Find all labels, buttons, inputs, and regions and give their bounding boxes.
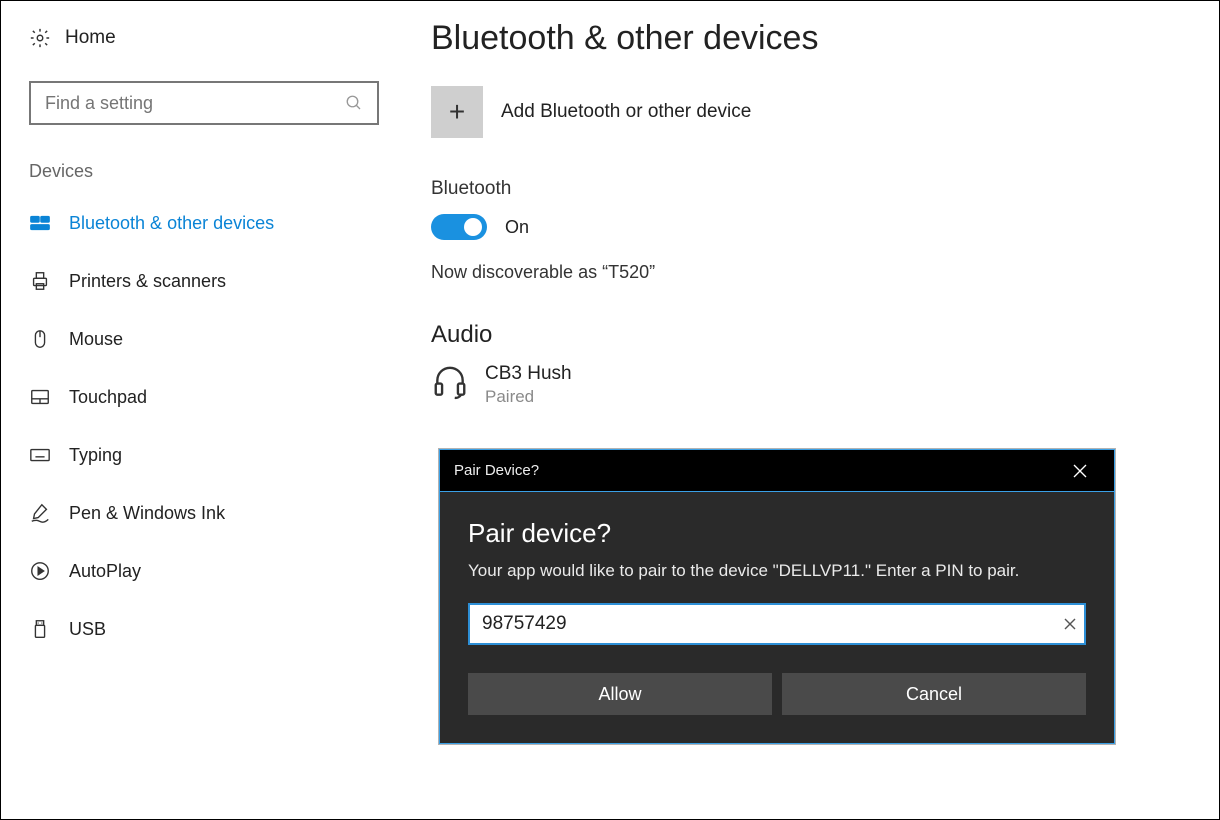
sidebar-item-label: Touchpad — [69, 387, 147, 408]
dialog-message: Your app would like to pair to the devic… — [468, 561, 1086, 581]
sidebar-nav: Bluetooth & other devices Printers & sca… — [1, 194, 401, 658]
discoverable-text: Now discoverable as “T520” — [431, 262, 1219, 283]
gear-icon — [29, 27, 51, 49]
device-name: CB3 Hush — [485, 363, 572, 385]
search-input[interactable] — [45, 93, 331, 114]
close-button[interactable] — [1060, 451, 1100, 491]
home-button[interactable]: Home — [1, 21, 401, 55]
dialog-titlebar[interactable]: Pair Device? — [440, 450, 1114, 492]
sidebar-item-label: USB — [69, 619, 106, 640]
pair-device-dialog: Pair Device? Pair device? Your app would… — [439, 449, 1115, 744]
allow-button[interactable]: Allow — [468, 673, 772, 715]
sidebar-item-label: Bluetooth & other devices — [69, 213, 274, 234]
sidebar-group-label: Devices — [1, 125, 401, 194]
mouse-icon — [29, 328, 51, 350]
sidebar-item-printers[interactable]: Printers & scanners — [1, 252, 401, 310]
clear-input-button[interactable] — [1064, 618, 1076, 630]
close-icon — [1064, 618, 1076, 630]
audio-section-label: Audio — [431, 321, 1219, 349]
sidebar-item-typing[interactable]: Typing — [1, 426, 401, 484]
sidebar-item-usb[interactable]: USB — [1, 600, 401, 658]
dialog-titlebar-text: Pair Device? — [454, 462, 539, 479]
sidebar-item-label: Typing — [69, 445, 122, 466]
add-device-button[interactable]: + Add Bluetooth or other device — [431, 86, 1219, 138]
sidebar-item-bluetooth[interactable]: Bluetooth & other devices — [1, 194, 401, 252]
sidebar-item-mouse[interactable]: Mouse — [1, 310, 401, 368]
usb-icon — [29, 618, 51, 640]
sidebar-item-label: Pen & Windows Ink — [69, 503, 225, 524]
dialog-body: Pair device? Your app would like to pair… — [440, 492, 1114, 743]
autoplay-icon — [29, 560, 51, 582]
search-box[interactable] — [29, 81, 379, 125]
bluetooth-section-label: Bluetooth — [431, 178, 1219, 200]
device-info: CB3 Hush Paired — [485, 363, 572, 407]
sidebar-item-autoplay[interactable]: AutoPlay — [1, 542, 401, 600]
close-icon — [1073, 464, 1087, 478]
page-title: Bluetooth & other devices — [431, 19, 1219, 58]
device-status: Paired — [485, 387, 572, 407]
cancel-button[interactable]: Cancel — [782, 673, 1086, 715]
headset-icon — [431, 363, 469, 401]
audio-device-item[interactable]: CB3 Hush Paired — [431, 363, 1219, 407]
sidebar-item-label: Printers & scanners — [69, 271, 226, 292]
sidebar: Home Devices Bluetooth & other devices P… — [1, 1, 401, 819]
home-label: Home — [65, 27, 116, 49]
dialog-heading: Pair device? — [468, 518, 1086, 549]
sidebar-item-touchpad[interactable]: Touchpad — [1, 368, 401, 426]
touchpad-icon — [29, 386, 51, 408]
sidebar-item-label: Mouse — [69, 329, 123, 350]
sidebar-item-pen[interactable]: Pen & Windows Ink — [1, 484, 401, 542]
add-device-label: Add Bluetooth or other device — [501, 101, 751, 123]
bluetooth-toggle[interactable] — [431, 214, 487, 240]
bluetooth-toggle-state: On — [505, 217, 529, 238]
settings-window: Home Devices Bluetooth & other devices P… — [0, 0, 1220, 820]
bluetooth-devices-icon — [29, 212, 51, 234]
keyboard-icon — [29, 444, 51, 466]
plus-icon: + — [431, 86, 483, 138]
pin-input[interactable] — [468, 603, 1086, 645]
sidebar-item-label: AutoPlay — [69, 561, 141, 582]
printer-icon — [29, 270, 51, 292]
search-icon — [345, 94, 363, 112]
pen-icon — [29, 502, 51, 524]
